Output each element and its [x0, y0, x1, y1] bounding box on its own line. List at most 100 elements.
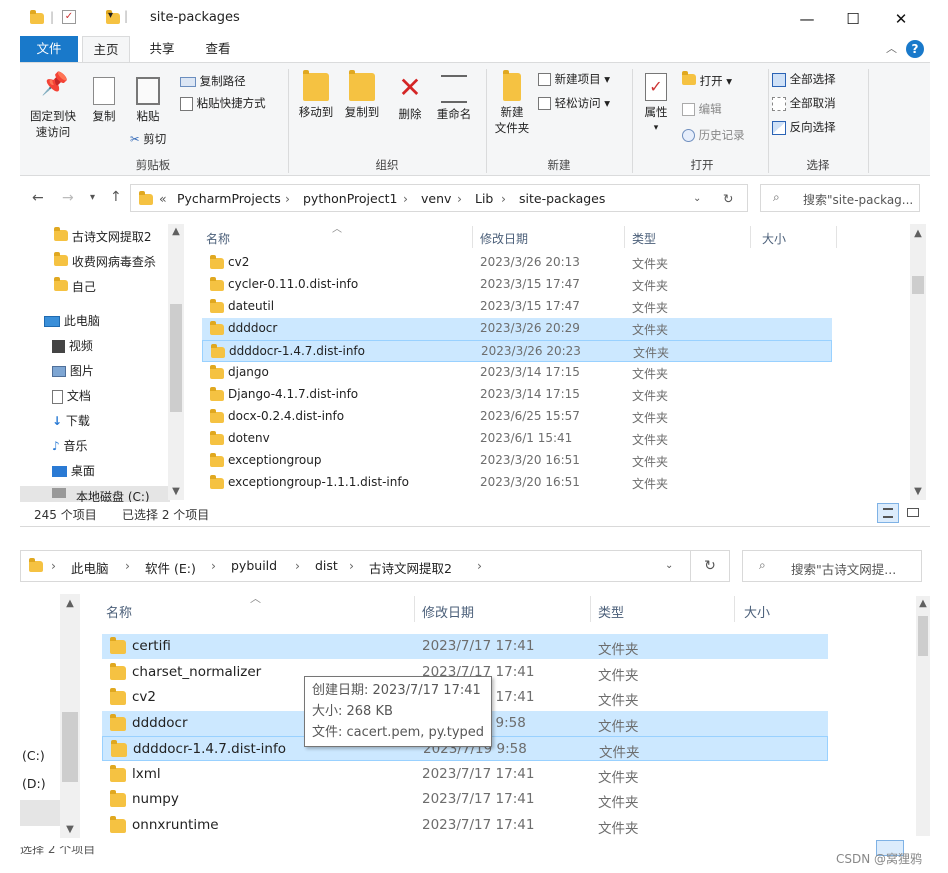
- breadcrumb-pythonproject1[interactable]: pythonProject1: [303, 191, 397, 206]
- easy-access-button[interactable]: 轻松访问 ▾: [538, 95, 610, 111]
- edit-button[interactable]: 编辑: [682, 101, 722, 117]
- scroll-down-icon[interactable]: ▼: [910, 486, 926, 497]
- forward-arrow-icon[interactable]: →: [62, 190, 74, 206]
- rename-button[interactable]: 重命名: [432, 73, 476, 122]
- breadcrumb-pybuild[interactable]: pybuild: [231, 558, 277, 573]
- nav-item-highlight[interactable]: [20, 800, 60, 826]
- pin-quick-access-button[interactable]: 📌 固定到快 速访问: [24, 74, 82, 140]
- address-dropdown-icon[interactable]: ⌄: [665, 560, 673, 571]
- tab-home[interactable]: 主页: [82, 36, 130, 62]
- breadcrumb-lib[interactable]: Lib: [475, 191, 493, 206]
- properties-button[interactable]: ✓ 属性 ▾: [634, 73, 678, 136]
- column-header-size[interactable]: 大小: [762, 230, 786, 247]
- breadcrumb-this-pc[interactable]: 此电脑: [71, 558, 109, 577]
- invert-selection-button[interactable]: 反向选择: [772, 119, 836, 135]
- history-button[interactable]: 历史记录: [682, 127, 745, 143]
- address-bar-bottom[interactable]: › 此电脑 › 软件 (E:) › pybuild › dist › 古诗文网提…: [20, 550, 730, 582]
- nav-item-gushiwen[interactable]: 古诗文网提取2: [54, 227, 151, 245]
- breadcrumb-venv[interactable]: venv: [421, 191, 451, 206]
- new-folder-button[interactable]: 新建 文件夹: [490, 70, 534, 136]
- open-button[interactable]: 打开 ▾: [682, 71, 732, 89]
- select-all-button[interactable]: 全部选择: [772, 71, 836, 87]
- column-header-size[interactable]: 大小: [744, 602, 770, 621]
- search-box-bottom[interactable]: ⌕ 搜索"古诗文网提...: [742, 550, 922, 582]
- breadcrumb-overflow[interactable]: «: [159, 191, 167, 206]
- scroll-up-icon[interactable]: ▲: [915, 598, 931, 609]
- new-item-button[interactable]: 新建项目 ▾: [538, 71, 610, 87]
- breadcrumb-gushiwen[interactable]: 古诗文网提取2: [369, 558, 452, 577]
- table-row[interactable]: docx-0.2.4.dist-info 2023/6/25 15:57 文件夹: [202, 406, 832, 428]
- file-scrollbar-top[interactable]: [910, 224, 926, 500]
- table-row[interactable]: certifi 2023/7/17 17:41 文件夹: [102, 634, 828, 659]
- address-dropdown-icon[interactable]: ⌄: [693, 193, 701, 204]
- nav-item-downloads[interactable]: ↓ 下载: [52, 412, 90, 429]
- nav-item-local-disk-c[interactable]: 本地磁盘 (C:): [20, 486, 170, 502]
- cut-button[interactable]: ✂ 剪切: [130, 131, 166, 147]
- up-arrow-icon[interactable]: ↑: [110, 189, 122, 205]
- paste-button[interactable]: 粘贴: [128, 77, 168, 124]
- minimize-button[interactable]: —: [784, 6, 830, 32]
- scroll-up-icon[interactable]: ▲: [62, 598, 78, 609]
- qat-dropdown-icon[interactable]: ▾: [108, 10, 113, 21]
- file-scroll-thumb-top[interactable]: [912, 276, 924, 294]
- nav-item-drive-c[interactable]: (C:): [22, 748, 45, 763]
- nav-item-self[interactable]: 自己: [54, 277, 96, 295]
- address-bar[interactable]: « PycharmProjects › pythonProject1 › ven…: [130, 184, 748, 212]
- nav-item-desktop[interactable]: 桌面: [52, 462, 95, 479]
- scroll-up-icon[interactable]: ▲: [910, 228, 926, 239]
- table-row[interactable]: exceptiongroup-1.1.1.dist-info 2023/3/20 …: [202, 472, 832, 494]
- select-none-button[interactable]: 全部取消: [772, 95, 836, 111]
- nav-scroll-thumb-bottom[interactable]: [62, 712, 78, 782]
- table-row[interactable]: ddddocr-1.4.7.dist-info 2023/3/26 20:23 文件…: [202, 340, 832, 362]
- paste-shortcut-button[interactable]: 粘贴快捷方式: [180, 95, 266, 111]
- recent-locations-icon[interactable]: ▾: [90, 192, 95, 203]
- nav-item-drive-d[interactable]: (D:): [22, 776, 46, 791]
- table-row[interactable]: cycler-0.11.0.dist-info 2023/3/15 17:47 文件…: [202, 274, 832, 296]
- nav-item-videos[interactable]: 视频: [52, 337, 93, 354]
- refresh-button[interactable]: ↻: [690, 550, 730, 582]
- table-row[interactable]: cv2 2023/3/26 20:13 文件夹: [202, 252, 832, 274]
- nav-item-virus-scan[interactable]: 收费网病毒查杀: [54, 252, 156, 270]
- column-header-date[interactable]: 修改日期: [422, 602, 474, 621]
- table-row[interactable]: exceptiongroup 2023/3/20 16:51 文件夹: [202, 450, 832, 472]
- help-icon[interactable]: ?: [906, 40, 924, 58]
- tab-share[interactable]: 共享: [138, 36, 186, 62]
- breadcrumb-drive-e[interactable]: 软件 (E:): [145, 558, 196, 577]
- scroll-down-icon[interactable]: ▼: [168, 486, 184, 497]
- back-arrow-icon[interactable]: ←: [32, 190, 44, 206]
- nav-item-music[interactable]: ♪ 音乐: [52, 437, 88, 454]
- properties-qat-icon[interactable]: ✓: [62, 10, 76, 24]
- table-row[interactable]: dotenv 2023/6/1 15:41 文件夹: [202, 428, 832, 450]
- breadcrumb-site-packages[interactable]: site-packages: [519, 191, 605, 206]
- maximize-button[interactable]: ☐: [830, 6, 876, 32]
- nav-item-this-pc[interactable]: 此电脑: [44, 312, 100, 329]
- column-header-type[interactable]: 类型: [598, 602, 624, 621]
- breadcrumb-pycharmprojects[interactable]: PycharmProjects: [177, 191, 281, 206]
- scroll-down-icon[interactable]: ▼: [62, 824, 78, 835]
- nav-item-pictures[interactable]: 图片: [52, 362, 94, 379]
- search-box-top[interactable]: ⌕ 搜索"site-packag...: [760, 184, 920, 212]
- delete-button[interactable]: ✕ 删除: [390, 73, 430, 122]
- large-icons-view-button[interactable]: [903, 503, 923, 523]
- breadcrumb-dist[interactable]: dist: [315, 558, 338, 573]
- column-header-name[interactable]: 名称: [106, 602, 132, 621]
- copy-to-button[interactable]: 复制到: [340, 70, 384, 120]
- table-row[interactable]: onnxruntime 2023/7/17 17:41 文件夹: [102, 813, 828, 838]
- table-row[interactable]: numpy 2023/7/17 17:41 文件夹: [102, 787, 828, 812]
- copy-button[interactable]: 复制: [84, 77, 124, 124]
- close-button[interactable]: ✕: [878, 6, 924, 32]
- table-row[interactable]: django 2023/3/14 17:15 文件夹: [202, 362, 832, 384]
- column-header-type[interactable]: 类型: [632, 230, 656, 247]
- file-scroll-thumb-bottom[interactable]: [918, 616, 928, 656]
- move-to-button[interactable]: 移动到: [294, 70, 338, 120]
- column-header-date[interactable]: 修改日期: [480, 230, 528, 247]
- details-view-button[interactable]: [877, 503, 899, 523]
- collapse-ribbon-icon[interactable]: ︿: [886, 40, 897, 56]
- nav-scroll-thumb-top[interactable]: [170, 304, 182, 412]
- scroll-up-icon[interactable]: ▲: [168, 226, 184, 237]
- nav-item-documents[interactable]: 文档: [52, 387, 91, 404]
- table-row[interactable]: lxml 2023/7/17 17:41 文件夹: [102, 762, 828, 787]
- column-header-name[interactable]: 名称: [206, 230, 230, 247]
- table-row[interactable]: Django-4.1.7.dist-info 2023/3/14 17:15 文件夹: [202, 384, 832, 406]
- copy-path-button[interactable]: 复制路径: [180, 73, 246, 89]
